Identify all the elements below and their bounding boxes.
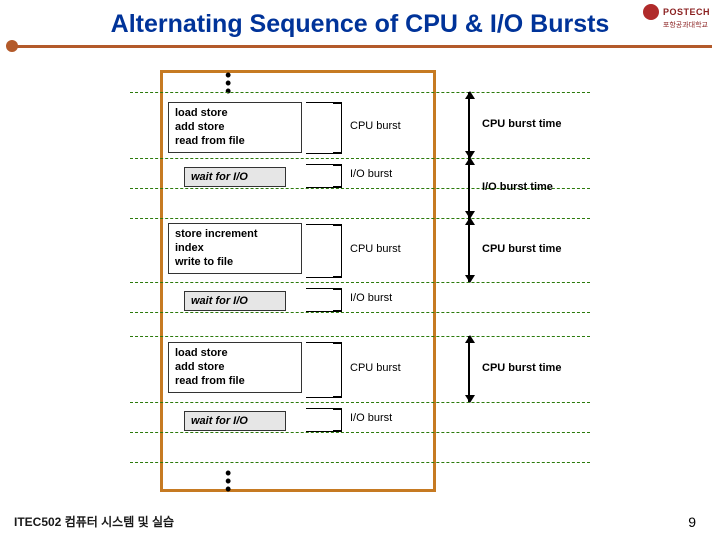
duration-label: CPU burst time xyxy=(482,118,561,130)
burst-type-label: CPU burst xyxy=(350,243,401,255)
university-logo: POSTECH xyxy=(643,4,710,20)
burst-bracket xyxy=(306,102,342,154)
duration-arrow-icon xyxy=(468,336,470,402)
title-rule xyxy=(8,45,712,48)
code-line: load store xyxy=(175,347,295,361)
slide-title: Alternating Sequence of CPU & I/O Bursts xyxy=(0,0,720,45)
code-line: add store xyxy=(175,121,295,135)
burst-bracket xyxy=(306,342,342,398)
code-line: read from file xyxy=(175,375,295,389)
code-line: wait for I/O xyxy=(191,295,279,307)
burst-bracket xyxy=(306,164,342,188)
code-line: load store xyxy=(175,107,295,121)
cpu-instruction-box: store incrementindexwrite to file xyxy=(168,223,302,274)
diagram-stage: ••• load storeadd storeread from filewai… xyxy=(130,58,590,498)
duration-label: I/O burst time xyxy=(482,181,553,193)
io-wait-box: wait for I/O xyxy=(184,411,286,431)
burst-type-label: CPU burst xyxy=(350,362,401,374)
burst-type-label: I/O burst xyxy=(350,412,392,424)
duration-arrow-icon xyxy=(468,218,470,282)
burst-boundary-line xyxy=(130,462,590,463)
logo-brand: POSTECH xyxy=(663,7,710,17)
code-line: read from file xyxy=(175,135,295,149)
code-line: add store xyxy=(175,361,295,375)
ellipsis-top-icon: ••• xyxy=(225,72,231,94)
code-line: index xyxy=(175,242,295,256)
burst-bracket xyxy=(306,288,342,312)
code-line: wait for I/O xyxy=(191,171,279,183)
io-wait-box: wait for I/O xyxy=(184,291,286,311)
ellipsis-bottom-icon: ••• xyxy=(225,470,231,492)
burst-boundary-line xyxy=(130,432,590,433)
burst-boundary-line xyxy=(130,158,590,159)
burst-type-label: CPU burst xyxy=(350,120,401,132)
logo-badge-icon xyxy=(643,4,659,20)
course-code: ITEC502 컴퓨터 시스템 및 실습 xyxy=(14,513,174,530)
code-line: store increment xyxy=(175,228,295,242)
cpu-instruction-box: load storeadd storeread from file xyxy=(168,342,302,393)
burst-boundary-line xyxy=(130,312,590,313)
io-wait-box: wait for I/O xyxy=(184,167,286,187)
code-line: wait for I/O xyxy=(191,415,279,427)
logo-subtext: 포항공과대학교 xyxy=(663,20,708,30)
burst-bracket xyxy=(306,408,342,432)
burst-boundary-line xyxy=(130,336,590,337)
burst-boundary-line xyxy=(130,282,590,283)
burst-boundary-line xyxy=(130,218,590,219)
duration-arrow-icon xyxy=(468,158,470,218)
code-line: write to file xyxy=(175,256,295,270)
burst-type-label: I/O burst xyxy=(350,168,392,180)
page-number: 9 xyxy=(688,514,696,530)
duration-label: CPU burst time xyxy=(482,362,561,374)
burst-type-label: I/O burst xyxy=(350,292,392,304)
duration-label: CPU burst time xyxy=(482,243,561,255)
burst-boundary-line xyxy=(130,92,590,93)
burst-boundary-line xyxy=(130,402,590,403)
cpu-instruction-box: load storeadd storeread from file xyxy=(168,102,302,153)
duration-arrow-icon xyxy=(468,92,470,158)
burst-bracket xyxy=(306,224,342,278)
